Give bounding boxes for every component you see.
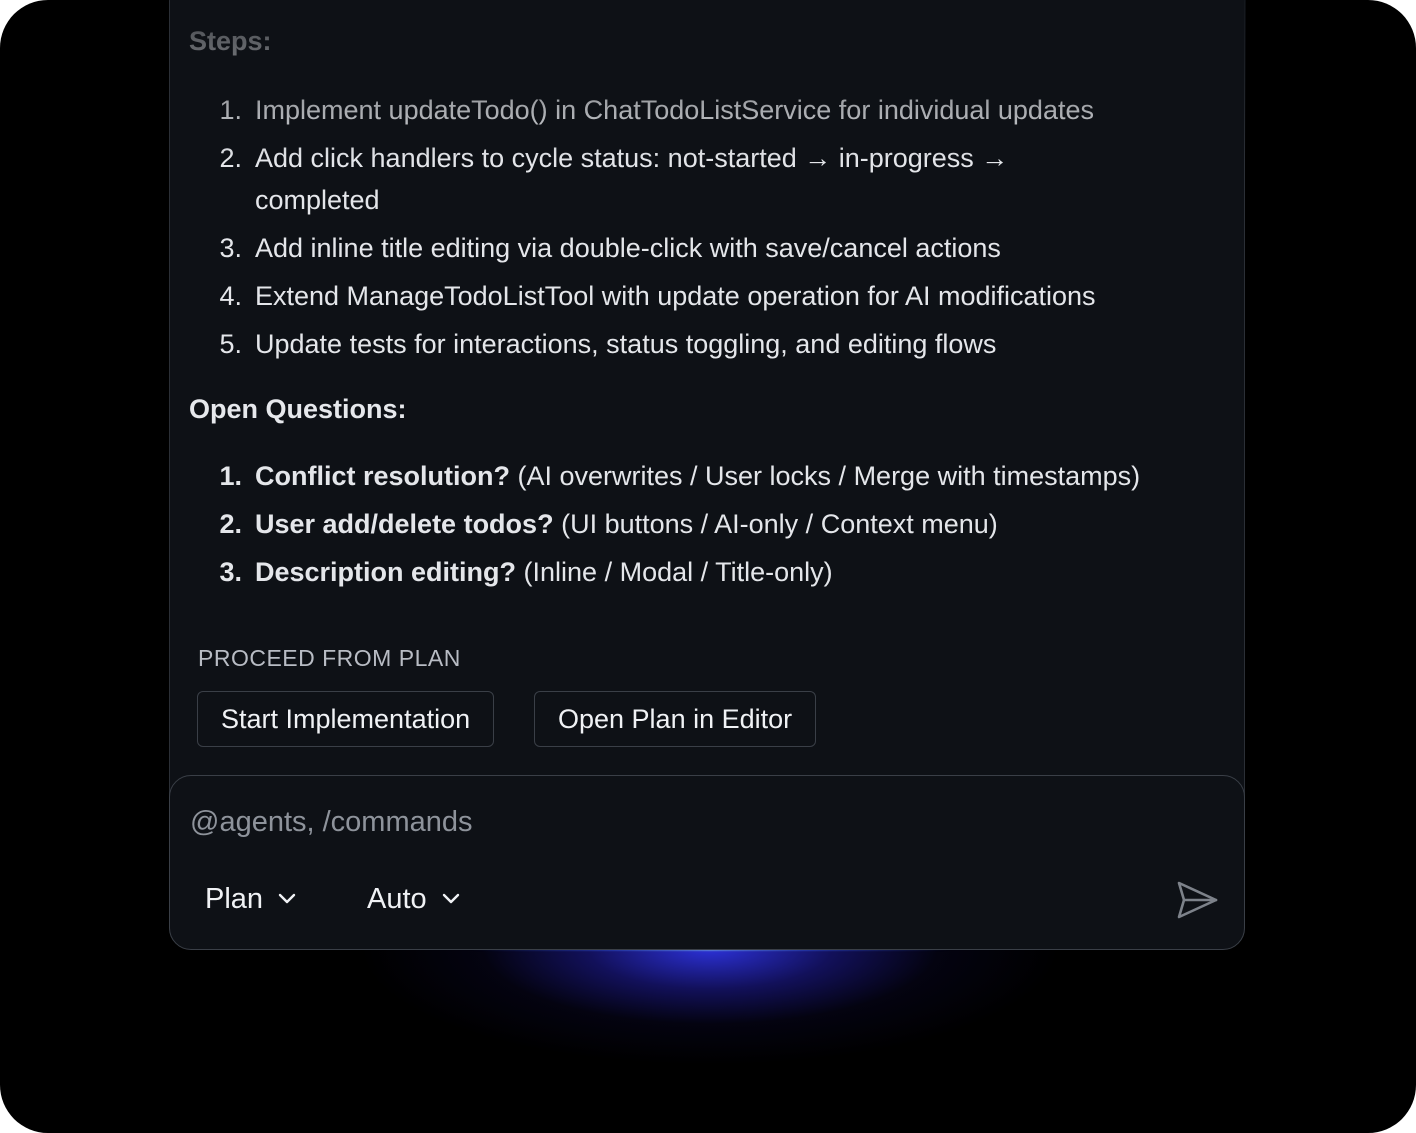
question-options: (AI overwrites / User locks / Merge with… (517, 461, 1141, 491)
list-item-number: 3. (219, 557, 242, 587)
question-options: (Inline / Modal / Title-only) (523, 557, 833, 587)
proceed-section-label: PROCEED FROM PLAN (198, 645, 461, 671)
chat-input-box[interactable]: @agents, /commands Plan Auto (169, 775, 1245, 950)
chat-input-placeholder[interactable]: @agents, /commands (190, 806, 473, 839)
mode-dropdown-value: Plan (205, 882, 264, 915)
list-item-text: Description editing? (Inline / Modal / T… (255, 551, 1155, 593)
list-item-text: Conflict resolution? (AI overwrites / Us… (255, 455, 1235, 497)
list-item-number: 2. (219, 509, 242, 539)
send-icon[interactable] (1175, 878, 1219, 922)
question-label: Conflict resolution? (255, 461, 510, 491)
question-label: Description editing? (255, 557, 517, 587)
open-plan-in-editor-button[interactable]: Open Plan in Editor (534, 691, 817, 747)
list-item-number: 1. (219, 461, 242, 491)
chevron-down-icon (278, 893, 296, 904)
list-item-number: 2. (219, 143, 242, 173)
questions-heading: Open Questions: (189, 394, 407, 424)
list-item-text: Add click handlers to cycle status: not-… (255, 143, 1009, 215)
model-dropdown-value: Auto (367, 882, 427, 915)
question-label: User add/delete todos? (255, 509, 554, 539)
list-item-number: 3. (219, 233, 242, 263)
mode-dropdown[interactable]: Plan (205, 876, 297, 922)
question-options: (UI buttons / AI-only / Context menu) (561, 509, 998, 539)
list-item-text: Update tests for interactions, status to… (255, 329, 997, 359)
model-dropdown[interactable]: Auto (367, 876, 461, 922)
list-item-text: Extend ManageTodoListTool with update op… (255, 281, 1096, 311)
list-item-number: 1. (219, 95, 242, 125)
chevron-down-icon (442, 893, 459, 904)
list-item-number: 4. (219, 281, 242, 311)
plan-content: Steps: 1. Implement updateTodo() in Chat… (170, 0, 1246, 781)
list-item-text: User add/delete todos? (UI buttons / AI-… (255, 503, 1155, 545)
list-item-number: 5. (219, 329, 242, 359)
steps-heading: Steps: (189, 26, 272, 56)
list-item-text: Implement updateTodo() in ChatTodoListSe… (255, 95, 1094, 125)
app-frame: Steps: 1. Implement updateTodo() in Chat… (0, 0, 1416, 1133)
start-implementation-button[interactable]: Start Implementation (197, 691, 495, 747)
list-item-text: Add inline title editing via double-clic… (255, 233, 1001, 263)
